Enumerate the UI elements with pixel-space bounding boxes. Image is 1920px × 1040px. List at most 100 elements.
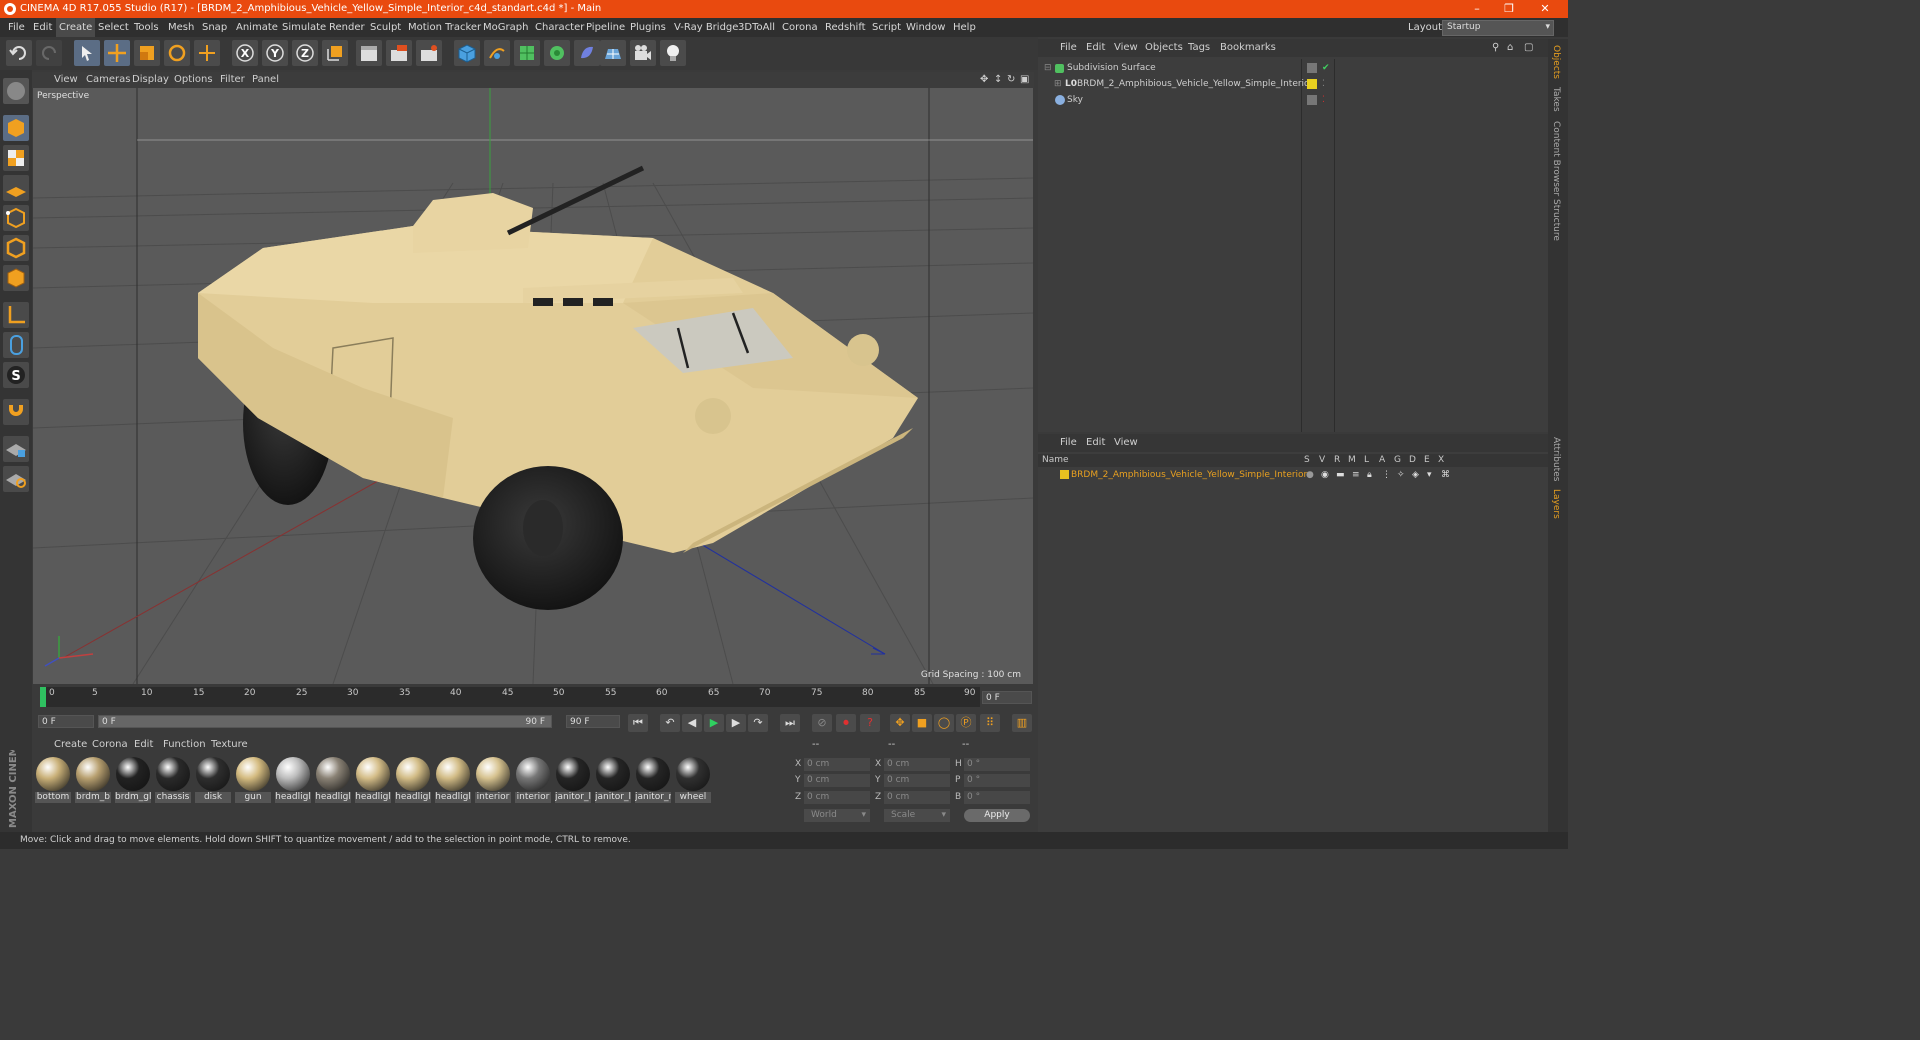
menu-snap[interactable]: Snap: [202, 18, 227, 37]
object-name[interactable]: BRDM_2_Amphibious_Vehicle_Yellow_Simple_…: [1077, 76, 1313, 92]
viewport-move-icon[interactable]: ✥: [980, 72, 988, 88]
generator-icon[interactable]: ✧: [1397, 467, 1405, 483]
material-thumbnail[interactable]: headligl: [435, 756, 471, 803]
visibility-eye-icon[interactable]: ◉: [1321, 467, 1329, 483]
new-view-icon[interactable]: ▢: [1524, 39, 1533, 57]
menu-pipeline[interactable]: Pipeline: [586, 18, 625, 37]
timeline-ruler[interactable]: 0 5 10 15 20 25 30 35 40 45 50 55 60 65 …: [32, 686, 1034, 712]
material-menu-texture[interactable]: Texture: [211, 739, 248, 750]
viewport-zoom-icon[interactable]: ↕: [994, 72, 1002, 88]
visibility-toggle[interactable]: [1307, 95, 1317, 105]
tab-objects[interactable]: Objects: [1551, 45, 1561, 79]
next-frame-button[interactable]: ▶: [726, 714, 746, 732]
next-key-button[interactable]: ↷: [748, 714, 768, 732]
key-position-button[interactable]: ✥: [890, 714, 910, 732]
menu-vray-bridge[interactable]: V-Ray Bridge: [674, 18, 738, 37]
render-settings-button[interactable]: [416, 40, 442, 66]
menu-animate[interactable]: Animate: [236, 18, 278, 37]
snap-button[interactable]: [3, 399, 29, 425]
model-mode-button[interactable]: [3, 115, 29, 141]
playhead[interactable]: [40, 687, 46, 707]
pos-z-field[interactable]: 0 cm: [804, 791, 870, 804]
tab-takes[interactable]: Takes: [1551, 87, 1561, 112]
material-thumbnail[interactable]: headligl: [315, 756, 351, 803]
menu-render[interactable]: Render: [329, 18, 365, 37]
tab-content-browser[interactable]: Content Browser: [1551, 121, 1561, 196]
layer-color-tag[interactable]: [1307, 79, 1317, 89]
material-thumbnail[interactable]: disk: [195, 756, 231, 803]
expression-icon[interactable]: ▾: [1427, 467, 1432, 483]
rot-b-field[interactable]: 0 °: [964, 791, 1030, 804]
material-thumbnail[interactable]: headligl: [275, 756, 311, 803]
om-menu-file[interactable]: File: [1060, 39, 1077, 57]
expand-toggle[interactable]: ⊞: [1054, 76, 1062, 92]
solo-mode-button[interactable]: S: [3, 362, 29, 388]
size-z-field[interactable]: 0 cm: [884, 791, 950, 804]
recent-tool-button[interactable]: [194, 40, 220, 66]
add-cloner-button[interactable]: [544, 40, 570, 66]
viewport-maximize-icon[interactable]: ▣: [1020, 72, 1029, 88]
move-tool-button[interactable]: [104, 40, 130, 66]
material-thumbnail[interactable]: headligl: [395, 756, 431, 803]
object-name[interactable]: Subdivision Surface: [1067, 60, 1156, 76]
perspective-viewport[interactable]: Perspective Grid Spacing : 100 cm: [33, 88, 1033, 684]
rotate-tool-button[interactable]: [164, 40, 190, 66]
menu-plugins[interactable]: Plugins: [630, 18, 666, 37]
menu-window[interactable]: Window: [906, 18, 945, 37]
undo-button[interactable]: [6, 40, 32, 66]
add-floor-button[interactable]: [600, 40, 626, 66]
key-parameter-button[interactable]: Ⓟ: [956, 714, 976, 732]
menu-sculpt[interactable]: Sculpt: [370, 18, 401, 37]
menu-mograph[interactable]: MoGraph: [483, 18, 528, 37]
add-cube-button[interactable]: [454, 40, 480, 66]
size-y-field[interactable]: 0 cm: [884, 774, 950, 787]
maximize-button[interactable]: ❐: [1494, 0, 1524, 18]
viewport-menu-view[interactable]: View: [54, 72, 78, 88]
viewport-menu-panel[interactable]: Panel: [252, 72, 279, 88]
viewport-menu-options[interactable]: Options: [174, 72, 213, 88]
scale-tool-button[interactable]: [134, 40, 160, 66]
lm-menu-file[interactable]: File: [1060, 434, 1077, 452]
pos-x-field[interactable]: 0 cm: [804, 758, 870, 771]
size-x-field[interactable]: 0 cm: [884, 758, 950, 771]
material-thumbnail[interactable]: janitor_l: [595, 756, 631, 803]
tab-layers[interactable]: Layers: [1551, 489, 1561, 519]
xref-icon[interactable]: ⌘: [1441, 467, 1450, 483]
start-frame-field[interactable]: 0 F: [38, 715, 94, 728]
material-thumbnail[interactable]: chassis: [155, 756, 191, 803]
material-thumbnail[interactable]: janitor_l: [555, 756, 591, 803]
make-editable-button[interactable]: [3, 78, 29, 104]
close-button[interactable]: ✕: [1530, 0, 1560, 18]
object-name[interactable]: Sky: [1067, 92, 1083, 108]
add-pen-button[interactable]: [484, 40, 510, 66]
lm-menu-view[interactable]: View: [1114, 434, 1138, 452]
tab-attributes[interactable]: Attributes: [1551, 437, 1561, 481]
viewport-rotate-icon[interactable]: ↻: [1007, 72, 1015, 88]
coordinate-space-select[interactable]: World ▾: [804, 809, 870, 822]
material-thumbnail[interactable]: interior: [515, 756, 551, 803]
manager-icon[interactable]: ≡: [1352, 467, 1360, 483]
lock-icon[interactable]: 🔒︎: [1367, 467, 1372, 483]
menu-help[interactable]: Help: [953, 18, 976, 37]
go-to-end-button[interactable]: ⏭: [780, 714, 800, 732]
add-camera-button[interactable]: [630, 40, 656, 66]
object-row-brdm[interactable]: ⊞ L0 BRDM_2_Amphibious_Vehicle_Yellow_Si…: [1040, 76, 1546, 92]
previous-key-button[interactable]: ↶: [660, 714, 680, 732]
coordinate-system-button[interactable]: [322, 40, 348, 66]
render-view-button[interactable]: [356, 40, 382, 66]
viewport-menu-display[interactable]: Display: [132, 72, 169, 88]
viewport-menu-filter[interactable]: Filter: [220, 72, 245, 88]
visibility-dots-icon[interactable]: ⁚: [1322, 76, 1325, 92]
layer-row[interactable]: BRDM_2_Amphibious_Vehicle_Yellow_Simple_…: [1040, 467, 1546, 483]
key-rotation-button[interactable]: ◯: [934, 714, 954, 732]
y-axis-lock-button[interactable]: Y: [262, 40, 288, 66]
axis-mode-button[interactable]: [3, 302, 29, 328]
previous-frame-button[interactable]: ◀: [682, 714, 702, 732]
search-icon[interactable]: ⚲: [1492, 39, 1499, 57]
material-thumbnail[interactable]: interior: [475, 756, 511, 803]
material-menu-create[interactable]: Create: [54, 739, 87, 750]
key-scale-button[interactable]: ■: [912, 714, 932, 732]
om-menu-objects[interactable]: Objects: [1145, 39, 1183, 57]
menu-redshift[interactable]: Redshift: [825, 18, 866, 37]
material-thumbnail[interactable]: gun: [235, 756, 271, 803]
